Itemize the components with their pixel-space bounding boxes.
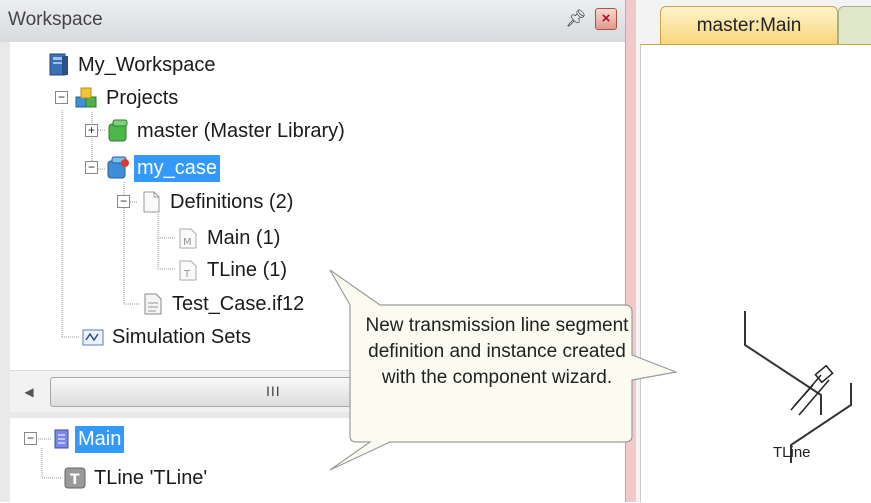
tree-item-main[interactable]: Main [52,423,125,455]
tline-canvas-label: TLine [773,444,811,461]
page-icon [52,426,72,452]
callout-text: New transmission line segment definition… [365,315,629,388]
tree-item-projects[interactable]: Projects [74,82,181,114]
instance-tree: − Main T TLine 'TLine' [10,418,626,502]
tree-item-test-case[interactable]: Test_Case.if12 [140,288,307,320]
collapse-toggle[interactable]: − [85,161,98,174]
tree-item-main-definition[interactable]: M Main (1) [175,222,283,254]
tree-item-label: Simulation Sets [112,325,251,348]
svg-text:T: T [183,269,191,280]
tree-item-definitions[interactable]: Definitions (2) [138,186,296,218]
main-definition-icon: M [175,225,201,251]
panel-splitter[interactable] [625,0,636,502]
workspace-title-bar: Workspace 📌︎ × [0,0,636,42]
tree-item-label: master (Master Library) [137,119,345,142]
tab-next[interactable] [838,6,871,44]
tree-item-label: Test_Case.if12 [172,292,305,315]
tree-item-tline-instance[interactable]: T TLine 'TLine' [62,462,210,494]
tree-item-label: TLine 'TLine' [94,466,208,489]
tree-item-label: TLine (1) [207,258,288,281]
tree-item-label: Main (1) [207,226,281,249]
tree-item-label: Main [75,425,125,453]
collapse-toggle[interactable]: − [55,91,68,104]
tline-definition-icon: T [175,257,201,283]
tree-item-my-workspace[interactable]: My_Workspace [46,49,218,81]
scroll-grip: III [266,383,281,399]
tline-component-icon: T [62,465,88,491]
simulation-sets-icon [80,324,106,350]
close-icon[interactable]: × [595,8,617,30]
workspace-title: Workspace [8,9,103,30]
tree-item-label: Projects [106,86,179,109]
tline-component-drawing[interactable] [641,45,871,503]
case-icon [105,155,131,181]
pin-icon[interactable]: 📌︎ [565,9,587,29]
workspace-icon [46,52,72,78]
svg-text:T: T [70,472,80,488]
tab-master-main[interactable]: master:Main [660,6,838,44]
workspace-panel: Workspace 📌︎ × My_Workspace − Projects +… [0,0,636,502]
tree-item-label: Definitions (2) [170,190,294,213]
collapse-toggle[interactable]: − [117,195,130,208]
library-icon [105,118,131,144]
document-area: master:Main TLine [636,0,871,502]
expand-toggle[interactable]: + [85,124,98,137]
definitions-icon [138,189,164,215]
svg-text:M: M [183,237,192,248]
scroll-left-icon[interactable]: ◀ [20,383,38,401]
tree-item-label: my_case [134,154,221,182]
tree-item-my-case[interactable]: my_case [105,152,221,184]
tree-item-label: My_Workspace [78,53,216,76]
schematic-canvas[interactable]: TLine [640,44,871,502]
tree-item-simulation-sets[interactable]: Simulation Sets [80,321,254,353]
tree-item-tline-definition[interactable]: T TLine (1) [175,254,290,286]
tree-item-master[interactable]: master (Master Library) [105,115,348,147]
projects-icon [74,85,100,111]
tab-label: master:Main [696,15,802,36]
collapse-toggle[interactable]: − [24,432,37,445]
file-icon [140,291,166,317]
